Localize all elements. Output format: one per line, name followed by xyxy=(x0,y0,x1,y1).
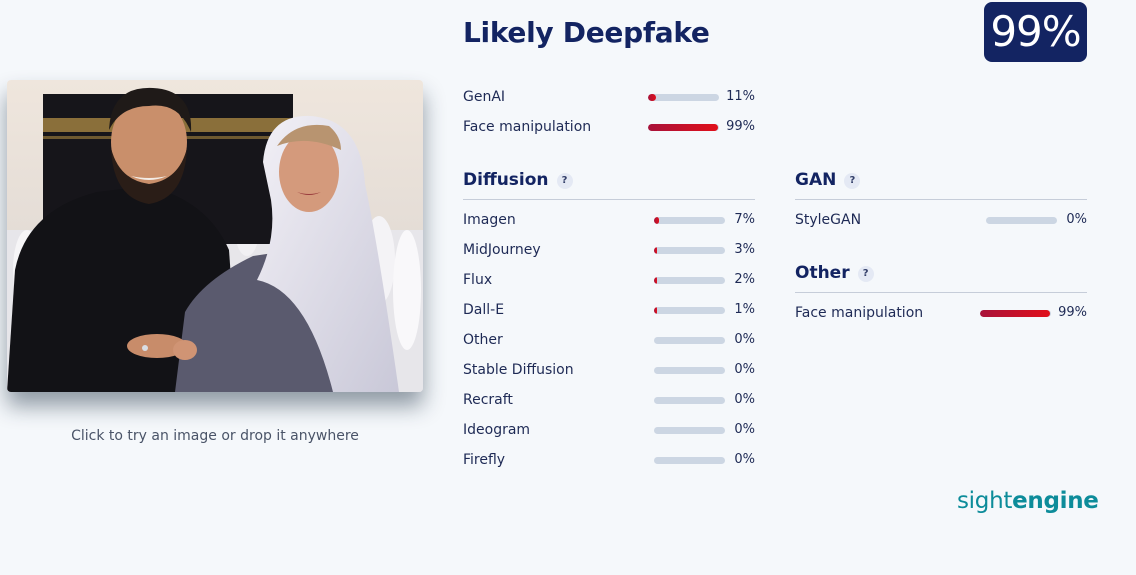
row-percent: 11% xyxy=(726,89,755,104)
row-percent: 0% xyxy=(734,452,755,467)
section-title-text: Diffusion xyxy=(463,170,549,190)
overall-score-badge: 99% xyxy=(984,2,1087,62)
score-bar xyxy=(648,124,719,131)
verdict-title: Likely Deepfake xyxy=(463,16,710,49)
help-icon[interactable]: ? xyxy=(844,173,861,189)
diffusion-row-dall-e: Dall-E 1% xyxy=(463,301,755,321)
row-label: Firefly xyxy=(463,452,506,468)
score-bar xyxy=(986,217,1057,224)
section-divider xyxy=(463,199,755,200)
row-label: Face manipulation xyxy=(463,119,592,135)
score-bar xyxy=(654,367,725,374)
row-percent: 99% xyxy=(1058,305,1087,320)
gan-row-stylegan: StyleGAN 0% xyxy=(795,211,1087,231)
diffusion-row-imagen: Imagen 7% xyxy=(463,211,755,231)
diffusion-row-recraft: Recraft 0% xyxy=(463,391,755,411)
score-bar xyxy=(654,337,725,344)
diffusion-row-midjourney: MidJourney 3% xyxy=(463,241,755,261)
section-divider xyxy=(795,199,1087,200)
score-bar-fill xyxy=(980,310,1051,317)
row-label: Dall-E xyxy=(463,302,505,318)
help-icon[interactable]: ? xyxy=(556,173,573,189)
row-label: Flux xyxy=(463,272,493,288)
row-label: Other xyxy=(463,332,503,348)
uploaded-photo xyxy=(7,80,423,392)
row-percent: 2% xyxy=(734,272,755,287)
summary-row-face-manipulation: Face manipulation 99% xyxy=(463,118,755,138)
section-title-diffusion: Diffusion? xyxy=(463,170,573,190)
row-label: StyleGAN xyxy=(795,212,862,228)
diffusion-row-firefly: Firefly 0% xyxy=(463,451,755,471)
row-percent: 3% xyxy=(734,242,755,257)
row-percent: 0% xyxy=(734,332,755,347)
row-percent: 0% xyxy=(734,362,755,377)
diffusion-row-other: Other 0% xyxy=(463,331,755,351)
score-bar xyxy=(654,277,725,284)
score-bar xyxy=(654,307,725,314)
row-label: GenAI xyxy=(463,89,506,105)
diffusion-row-ideogram: Ideogram 0% xyxy=(463,421,755,441)
logo-text-bold: engine xyxy=(1012,488,1099,514)
score-bar xyxy=(654,457,725,464)
row-label: Recraft xyxy=(463,392,513,408)
diffusion-row-stable-diffusion: Stable Diffusion 0% xyxy=(463,361,755,381)
section-title-text: GAN xyxy=(795,170,837,190)
upload-hint[interactable]: Click to try an image or drop it anywher… xyxy=(7,428,423,444)
row-percent: 0% xyxy=(734,422,755,437)
score-bar-fill xyxy=(654,217,659,224)
section-title-gan: GAN? xyxy=(795,170,861,190)
row-label: Stable Diffusion xyxy=(463,362,574,378)
row-percent: 0% xyxy=(734,392,755,407)
row-label: MidJourney xyxy=(463,242,541,258)
score-bar xyxy=(648,94,719,101)
row-percent: 99% xyxy=(726,119,755,134)
score-bar-fill xyxy=(648,124,719,131)
section-title-text: Other xyxy=(795,263,850,283)
score-bar xyxy=(980,310,1051,317)
row-label: Face manipulation xyxy=(795,305,924,321)
row-percent: 0% xyxy=(1066,212,1087,227)
summary-row-genai: GenAI 11% xyxy=(463,88,755,108)
sightengine-logo[interactable]: sightengine xyxy=(957,488,1099,514)
score-bar xyxy=(654,247,725,254)
row-percent: 7% xyxy=(734,212,755,227)
section-title-other: Other? xyxy=(795,263,874,283)
row-label: Imagen xyxy=(463,212,516,228)
other-row-face-manipulation: Face manipulation 99% xyxy=(795,304,1087,324)
help-icon[interactable]: ? xyxy=(857,266,874,282)
score-bar-fill xyxy=(654,277,657,284)
row-label: Ideogram xyxy=(463,422,531,438)
logo-text-light: sight xyxy=(957,488,1013,514)
score-bar-fill xyxy=(648,94,656,101)
score-bar-fill xyxy=(654,247,657,254)
score-bar xyxy=(654,427,725,434)
row-percent: 1% xyxy=(734,302,755,317)
section-divider xyxy=(795,292,1087,293)
score-bar xyxy=(654,397,725,404)
uploaded-image-preview[interactable] xyxy=(7,80,423,392)
diffusion-row-flux: Flux 2% xyxy=(463,271,755,291)
score-bar xyxy=(654,217,725,224)
score-bar-fill xyxy=(654,307,657,314)
